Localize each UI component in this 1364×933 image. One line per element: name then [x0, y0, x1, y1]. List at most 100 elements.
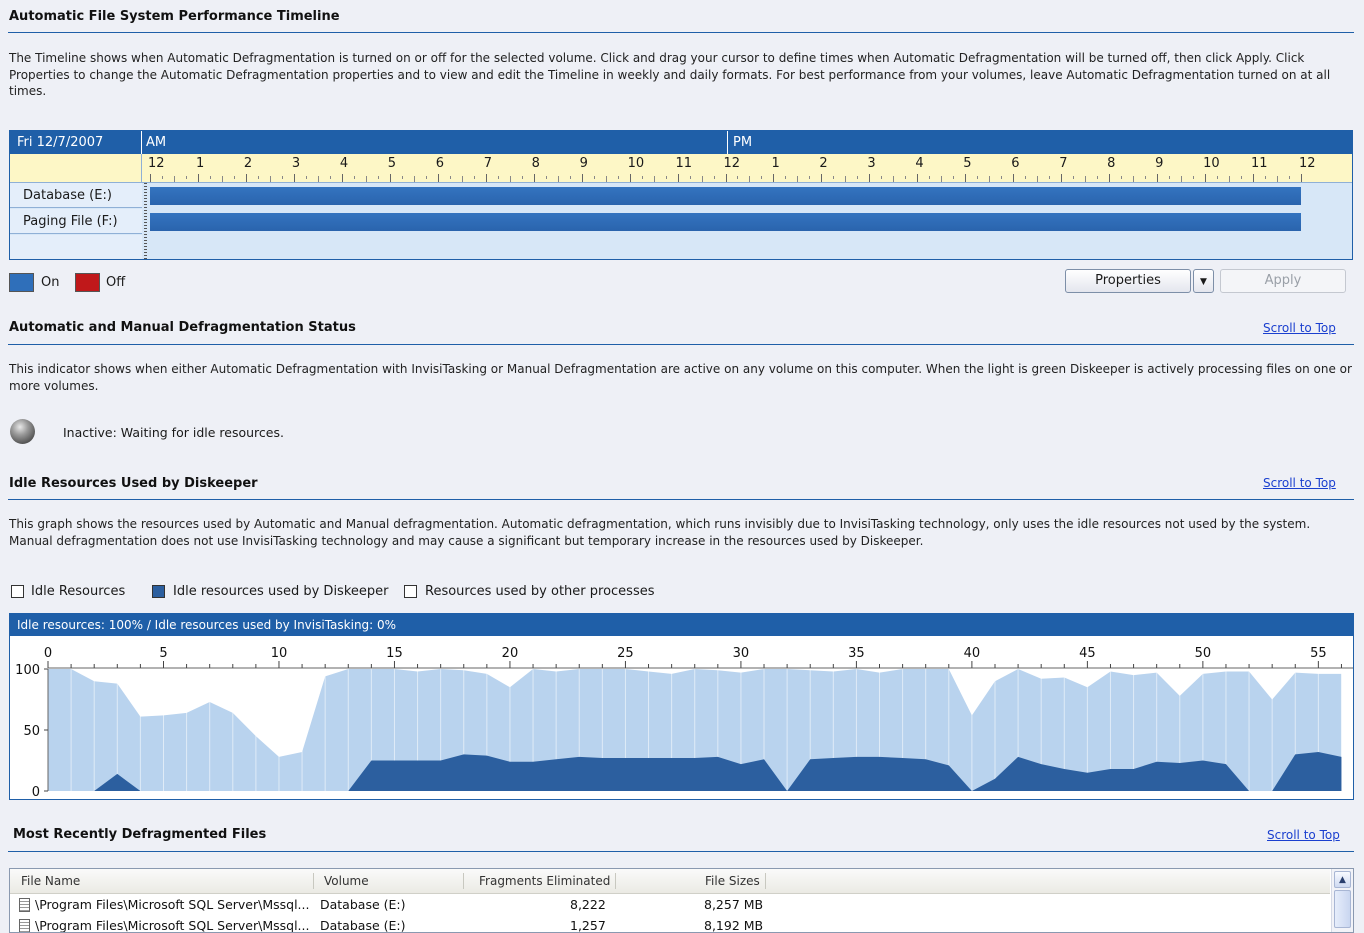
properties-dropdown-button[interactable]: ▼ [1193, 269, 1214, 293]
volume-label-paging[interactable]: Paging File (F:) [10, 209, 142, 234]
current-time-marker [144, 183, 147, 259]
scroll-thumb[interactable] [1334, 890, 1351, 928]
graph-header: Idle resources: 100% / Idle resources us… [10, 614, 1353, 636]
file-icon [19, 898, 30, 912]
hour-tick [545, 176, 547, 179]
file-size-cell: 8,257 MB [704, 897, 764, 912]
on-bar-database[interactable] [150, 187, 1301, 205]
hour-tick [1061, 174, 1063, 182]
hour-tick [1049, 176, 1051, 179]
chevron-down-icon: ▼ [1200, 277, 1207, 287]
hour-tick [425, 176, 427, 179]
hour-tick [377, 176, 379, 179]
hour-tick [761, 176, 763, 179]
hour-tick [845, 176, 847, 182]
column-divider [615, 873, 616, 889]
hour-label: 7 [483, 156, 492, 171]
timeline-section-title: Automatic File System Performance Timeli… [9, 9, 340, 24]
section-divider [8, 32, 1354, 33]
hour-tick [881, 176, 883, 179]
hour-tick [701, 176, 703, 182]
timeline-grid[interactable]: Fri 12/7/2007 AM PM 12 1 2 3 4 5 6 7 8 9 10 11 12 1 2 3… [9, 130, 1353, 260]
fragments-cell: 8,222 [570, 897, 606, 912]
hour-tick [269, 176, 271, 182]
hour-tick [1025, 176, 1027, 179]
hour-label: 9 [1155, 156, 1164, 171]
hour-tick [917, 174, 919, 182]
column-header-fragments[interactable]: Fragments Eliminated [479, 869, 610, 892]
column-header-file-sizes[interactable]: File Sizes [705, 869, 760, 892]
properties-button[interactable]: Properties [1065, 269, 1191, 293]
hour-tick [1265, 176, 1267, 179]
table-scrollbar[interactable]: ▲ [1331, 869, 1353, 932]
hour-tick [521, 176, 523, 179]
file-icon [19, 919, 30, 932]
hour-label: 5 [387, 156, 397, 171]
file-name-cell: \Program Files\Microsoft SQL Server\Mssq… [35, 918, 310, 933]
volume-label-empty [10, 235, 142, 259]
hour-tick [473, 176, 475, 179]
scroll-up-button[interactable]: ▲ [1334, 871, 1351, 888]
hour-tick [893, 176, 895, 182]
hour-tick [533, 174, 535, 182]
x-tick-label: 0 [44, 646, 52, 661]
hour-tick [1037, 176, 1039, 182]
hour-label: 10 [1203, 156, 1220, 171]
timeline-description: The Timeline shows when Automatic Defrag… [9, 51, 1331, 98]
hour-scale: 12 1 2 3 4 5 6 7 8 9 10 11 12 1 2 3 4 5 6 7 8 9 10 11 12 [10, 154, 1352, 183]
legend-other-swatch [404, 585, 417, 598]
hour-tick [821, 174, 823, 182]
hour-tick [1217, 176, 1219, 179]
x-tick-label: 50 [1195, 646, 1212, 661]
idle-description: This graph shows the resources used by A… [9, 517, 1311, 548]
hour-label: 12 [148, 156, 165, 171]
hour-tick [401, 176, 403, 179]
hour-tick [293, 174, 295, 182]
hour-tick [977, 176, 979, 179]
hour-label: 12 [1299, 156, 1316, 171]
column-header-file-name[interactable]: File Name [21, 869, 80, 892]
hour-tick [869, 174, 871, 182]
hour-tick [713, 176, 715, 179]
on-bar-paging[interactable] [150, 213, 1301, 231]
legend-idle-swatch [11, 585, 24, 598]
hour-tick [1001, 176, 1003, 179]
column-header-volume[interactable]: Volume [324, 869, 369, 892]
hour-tick [617, 176, 619, 179]
volume-label-database[interactable]: Database (E:) [10, 183, 142, 208]
volume-cell: Database (E:) [320, 897, 406, 912]
x-tick-label: 35 [848, 646, 865, 661]
hour-tick [593, 176, 595, 179]
status-section-title: Automatic and Manual Defragmentation Sta… [9, 320, 356, 335]
x-tick-label: 25 [617, 646, 634, 661]
hour-tick [1169, 176, 1171, 179]
y-tick-label: 0 [32, 785, 40, 799]
am-pm-divider [727, 131, 728, 154]
apply-button[interactable]: Apply [1220, 269, 1346, 293]
hour-tick [329, 176, 331, 179]
scroll-to-top-link[interactable]: Scroll to Top [1263, 321, 1336, 335]
files-section-title: Most Recently Defragmented Files [13, 827, 267, 842]
idle-resources-graph: Idle resources: 100% / Idle resources us… [9, 613, 1354, 800]
hour-tick [221, 176, 223, 182]
table-row[interactable]: \Program Files\Microsoft SQL Server\Mssq… [10, 895, 1330, 915]
hour-tick [305, 176, 307, 179]
hour-tick [833, 176, 835, 179]
hour-tick [989, 176, 991, 182]
legend-idle-label: Idle Resources [31, 584, 126, 599]
hour-tick [677, 174, 679, 182]
table-row[interactable]: \Program Files\Microsoft SQL Server\Mssq… [10, 916, 1330, 933]
hour-label: 12 [723, 156, 741, 171]
hour-label: 5 [963, 156, 972, 171]
scroll-to-top-link[interactable]: Scroll to Top [1263, 476, 1336, 490]
hour-tick [689, 176, 691, 179]
volume-cell: Database (E:) [320, 918, 406, 933]
file-name-cell: \Program Files\Microsoft SQL Server\Mssq… [35, 897, 310, 912]
hour-tick [857, 176, 859, 179]
hour-scale-divider [141, 154, 142, 182]
legend-on-label: On [41, 275, 60, 290]
hour-tick [557, 176, 559, 182]
scroll-to-top-link[interactable]: Scroll to Top [1267, 828, 1340, 842]
hour-tick [641, 176, 643, 179]
hour-tick [1145, 176, 1147, 179]
